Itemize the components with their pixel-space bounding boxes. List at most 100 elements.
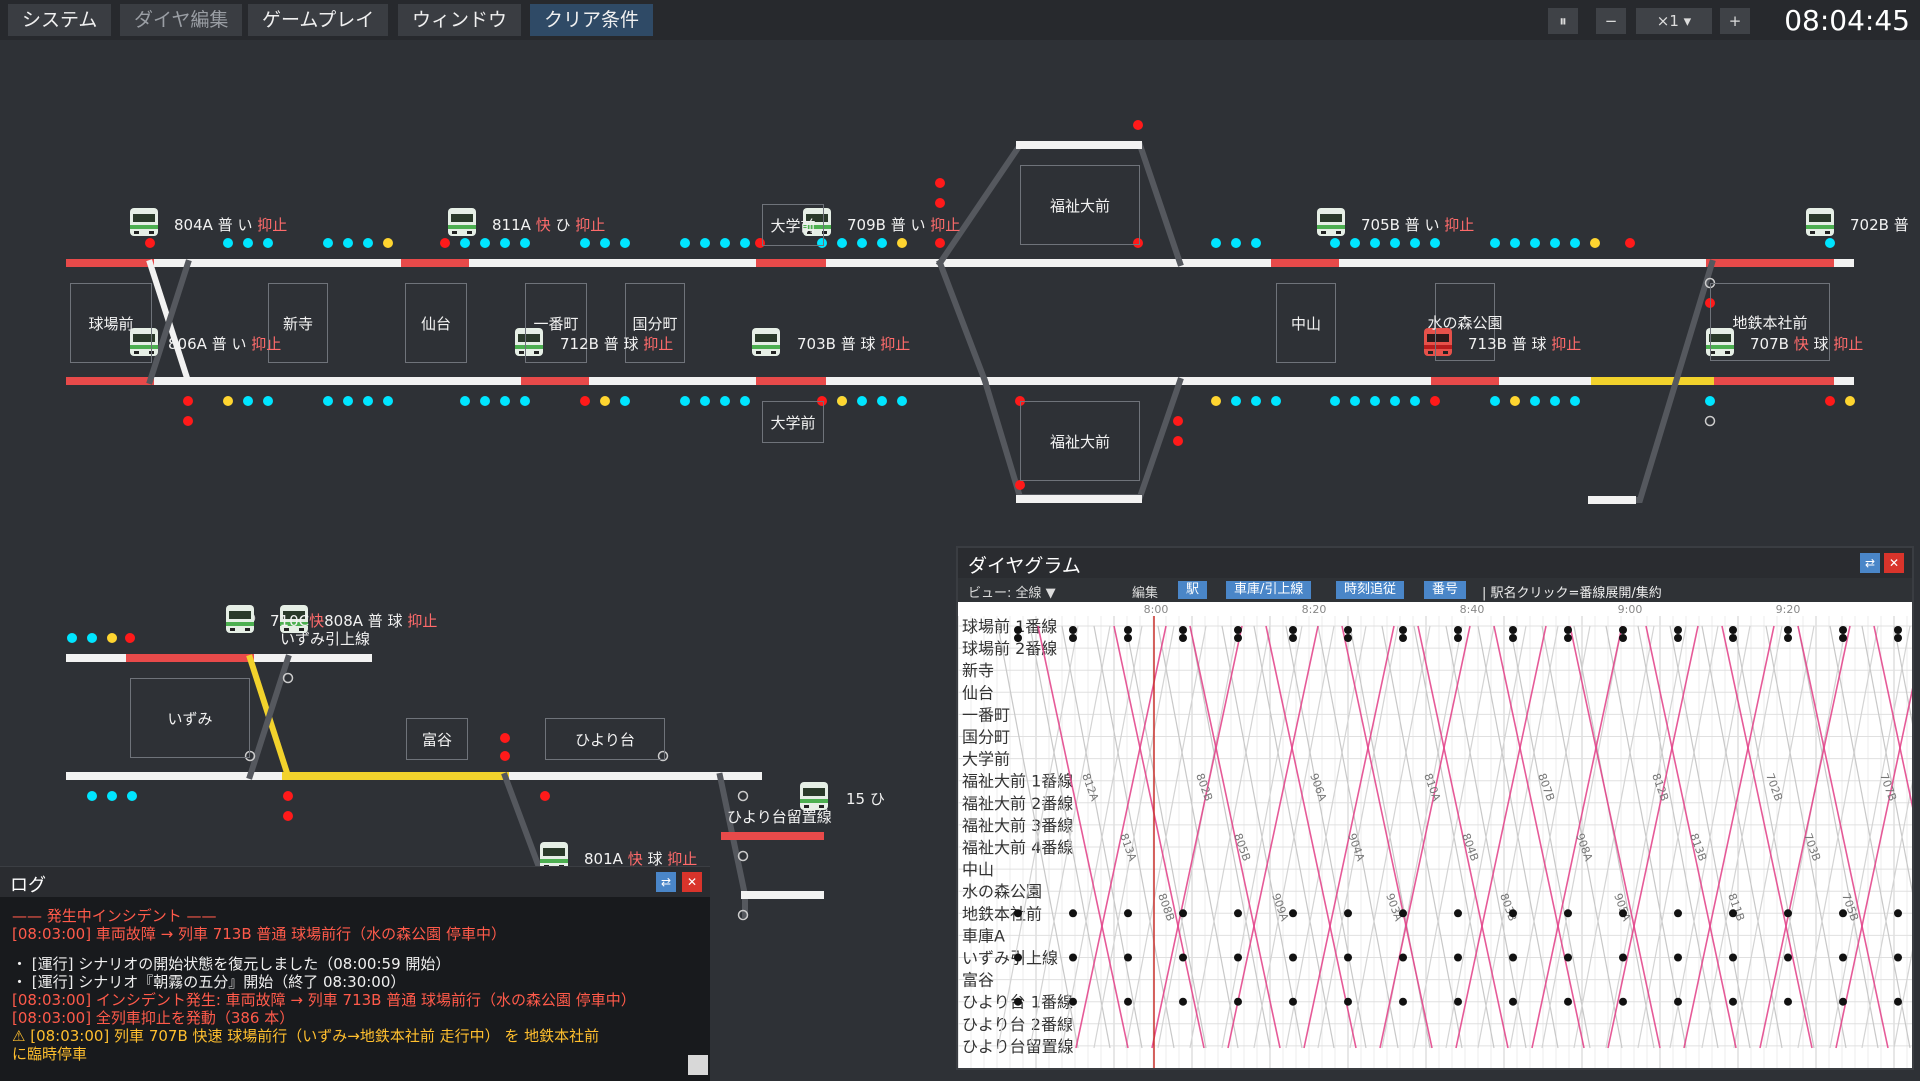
station-kyujomae[interactable]: 球場前 [70,283,152,363]
train-label-811A[interactable]: 811A 快 ひ 抑止 [492,214,605,235]
stop-dot [1454,634,1462,642]
train-number-label: 909A [1269,892,1291,924]
log-scrollbar-thumb[interactable] [688,1055,708,1075]
train-id: 702B [1850,216,1889,234]
train-state: 抑止 [1833,335,1864,353]
station-daigakumae-lower[interactable]: 大学前 [762,401,824,443]
stop-dot [1564,634,1572,642]
stop-dot [1674,909,1682,918]
train-number-label: 803B [1497,892,1519,923]
train-dest: い [910,216,926,234]
stop-dot [1784,953,1792,962]
train-state: 抑止 [257,216,288,234]
station-hiyoridai[interactable]: ひより台 [545,718,665,760]
station-fukushidaimae-lower[interactable]: 福祉大前 [1020,401,1140,481]
train-number-label: 802B [1193,772,1215,803]
stop-dot [1784,909,1792,918]
diagram-depot-toggle[interactable]: 車庫/引上線 [1226,581,1312,599]
station-tomiya[interactable]: 富谷 [406,718,468,760]
diagram-follow-time-toggle[interactable]: 時刻追従 [1336,581,1405,599]
stop-dot [1069,626,1077,634]
stop-dot [1234,634,1242,642]
train-id: 703B [797,335,836,353]
train-id: 705B [1361,216,1400,234]
log-dock-icon[interactable]: ⇄ [656,872,676,892]
train-dest: ひ [555,216,571,234]
stop-dot [1399,626,1407,634]
stop-dot [1234,953,1242,962]
stop-dot [1784,634,1792,642]
stop-dot [1564,953,1572,962]
diagram-chart[interactable]: 8:00 8:20 8:40 9:00 9:20球場前 1番線球場前 2番線新寺仙台一番… [958,602,1912,1068]
log-line: [08:03:00] 全列車抑止を発動（386 本） [12,1009,295,1027]
train-id: 713B [1468,335,1507,353]
train-number-label: 905A [1611,892,1633,924]
stop-dot [1674,953,1682,962]
stop-dot [1839,626,1847,634]
station-row-label: 新寺 [962,661,994,680]
station-fukushidaimae-upper[interactable]: 福祉大前 [1020,165,1140,245]
station-izumi[interactable]: いずみ [130,678,250,758]
log-line: [08:03:00] インシデント発生: 車両故障 → 列車 713B 普通 球… [12,991,636,1009]
stop-dot [1454,997,1462,1006]
pink-trace [1721,625,1813,1049]
log-close-icon[interactable]: ✕ [682,872,702,892]
stop-dot [1124,634,1132,642]
station-sendai[interactable]: 仙台 [405,283,467,363]
train-id: 707B [1750,335,1789,353]
label-izumi-siding: いずみ引上線 [280,630,371,648]
train-label-710C[interactable]: 710C快808A 普 球 抑止 [270,610,437,631]
stop-dot [1344,626,1352,634]
train-id: 712B [560,335,599,353]
train-number-label: 807B [1535,772,1557,803]
stop-dot [1179,626,1187,634]
diagram-edit-button[interactable]: 編集 [1132,582,1158,601]
train-state: 抑止 [251,335,282,353]
train-label-702B[interactable]: 702B 普 [1850,214,1909,235]
train-dest: い [231,335,247,353]
stop-dot [1344,634,1352,642]
log-title-bar: ログ ⇄ ✕ [0,867,710,897]
diagram-close-icon[interactable]: ✕ [1884,553,1904,573]
stop-dot [1179,909,1187,918]
diagram-title: ダイヤグラム [968,555,1081,577]
stop-dot [1399,909,1407,918]
diagram-number-toggle[interactable]: 番号 [1424,581,1467,599]
stop-dot [1894,997,1902,1006]
log-line: ⚠ [08:03:00] 列車 707B 快速 球場前行（いずみ→地鉄本社前 走… [12,1027,600,1045]
stop-dot [1894,626,1902,634]
train-label-713B[interactable]: 713B 普 球 抑止 [1468,333,1581,354]
stop-dot [1894,953,1902,962]
diagram-dock-icon[interactable]: ⇄ [1860,553,1880,573]
stop-dot [1454,953,1462,962]
train-id: 15 [846,790,866,808]
diagram-station-toggle[interactable]: 駅 [1178,581,1208,599]
train-label-712B[interactable]: 712B 普 球 抑止 [560,333,673,354]
stop-dot [1124,997,1132,1006]
diagram-view-select[interactable]: ビュー: 全線 ▼ [968,582,1056,601]
time-tick-label: 8:40 [1460,603,1485,616]
stop-dot [1729,634,1737,642]
train-type: 普 [840,335,856,353]
time-tick-label: 8:20 [1302,603,1327,616]
stop-dot [1839,909,1847,918]
stop-dot [1674,997,1682,1006]
train-label-709B[interactable]: 709B 普 い 抑止 [847,214,960,235]
train-dest: ひ [869,790,885,808]
train-label-705B[interactable]: 705B 普 い 抑止 [1361,214,1474,235]
train-state: 抑止 [643,335,674,353]
pink-trace [1493,625,1585,1049]
station-row-label: 福祉大前 1番線 [962,772,1073,791]
train-label-804A[interactable]: 804A 普 い 抑止 [174,214,287,235]
train-label-806A[interactable]: 806A 普 い 抑止 [168,333,281,354]
train-dest: い [1424,216,1440,234]
train-label-707B[interactable]: 707B 快 球 抑止 [1750,333,1863,354]
stop-dot [1839,997,1847,1006]
train-label-15[interactable]: 15 ひ [846,788,885,809]
train-type: 普 [1893,216,1909,234]
station-daigakumae-upper[interactable]: 大学前 [762,204,824,246]
station-nakayama[interactable]: 中山 [1276,283,1336,363]
train-label-703B[interactable]: 703B 普 球 抑止 [797,333,910,354]
stop-dot [1619,909,1627,918]
stop-dot [1014,953,1022,962]
